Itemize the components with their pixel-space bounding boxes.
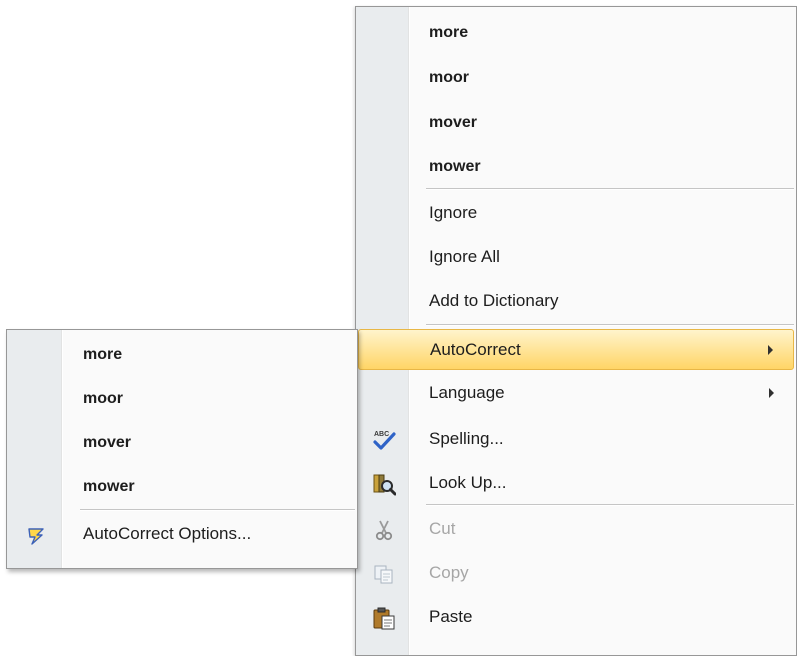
svg-text:ABC: ABC <box>374 431 389 438</box>
paste-label: Paste <box>429 607 473 626</box>
autocorrect-label: AutoCorrect <box>430 340 521 359</box>
autocorrect-options-label: AutoCorrect Options... <box>83 524 252 543</box>
suggestion-item-moor[interactable]: moor <box>358 58 794 98</box>
suggestion-item-mower[interactable]: mower <box>358 147 794 187</box>
copy-item: Copy <box>358 553 794 593</box>
suggestion-label: mower <box>83 478 135 495</box>
suggestion-label: moor <box>83 390 123 407</box>
spelling-item[interactable]: ABC Spelling... <box>358 419 794 459</box>
ignore-label: Ignore <box>429 203 478 222</box>
menu-separator <box>426 188 794 190</box>
autocorrect-item[interactable]: AutoCorrect <box>358 329 794 370</box>
spelling-label: Spelling... <box>429 429 504 448</box>
cut-label: Cut <box>429 519 456 538</box>
menu-separator <box>426 324 794 326</box>
suggestion-item-more[interactable]: more <box>358 13 794 53</box>
language-label: Language <box>429 383 505 402</box>
submenu-suggestion-more[interactable]: more <box>9 335 355 375</box>
ignore-all-item[interactable]: Ignore All <box>358 237 794 277</box>
lightning-bolt-icon <box>25 522 49 546</box>
ignore-item[interactable]: Ignore <box>358 193 794 233</box>
paste-clipboard-icon <box>372 605 396 630</box>
copy-icon <box>372 561 396 585</box>
look-up-item[interactable]: Look Up... <box>358 463 794 503</box>
suggestion-label: more <box>83 346 123 363</box>
add-to-dictionary-label: Add to Dictionary <box>429 291 559 310</box>
submenu-suggestion-moor[interactable]: moor <box>9 379 355 419</box>
suggestion-label: mover <box>429 114 478 131</box>
submenu-arrow-icon <box>768 345 773 355</box>
suggestion-item-mover[interactable]: mover <box>358 103 794 143</box>
suggestion-label: mover <box>83 434 132 451</box>
research-book-icon <box>372 471 397 496</box>
autocorrect-options-item[interactable]: AutoCorrect Options... <box>9 514 355 554</box>
copy-label: Copy <box>429 563 469 582</box>
suggestion-label: more <box>429 24 469 41</box>
submenu-arrow-icon <box>769 388 774 398</box>
look-up-label: Look Up... <box>429 473 507 492</box>
suggestion-label: mower <box>429 158 481 175</box>
autocorrect-submenu: more moor mover mower AutoCorrect Option… <box>6 329 358 569</box>
ignore-all-label: Ignore All <box>429 247 500 266</box>
submenu-suggestion-mover[interactable]: mover <box>9 423 355 463</box>
spelling-check-icon: ABC <box>372 427 396 451</box>
paste-item[interactable]: Paste <box>358 597 794 637</box>
language-item[interactable]: Language <box>358 373 794 413</box>
add-to-dictionary-item[interactable]: Add to Dictionary <box>358 281 794 321</box>
context-menu: more moor mover mower Ignore Ignore All … <box>355 6 797 656</box>
cut-item: Cut <box>358 509 794 549</box>
submenu-suggestion-mower[interactable]: mower <box>9 467 355 507</box>
menu-separator <box>80 509 355 511</box>
suggestion-label: moor <box>429 69 469 86</box>
scissors-icon <box>372 517 396 541</box>
menu-separator <box>426 504 794 506</box>
